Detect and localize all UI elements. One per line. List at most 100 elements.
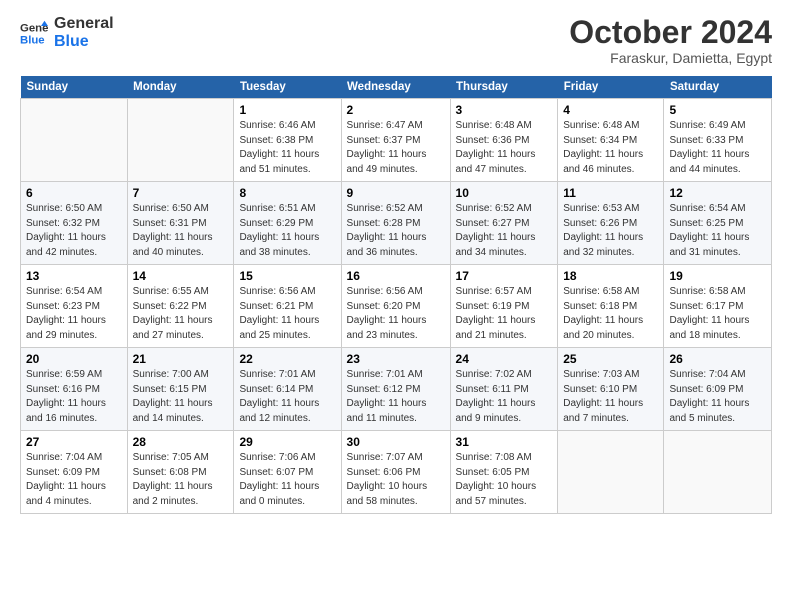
day-cell: 31 Sunrise: 7:08 AMSunset: 6:05 PMDayligh… xyxy=(450,431,558,514)
page: General Blue General Blue October 2024 F… xyxy=(0,0,792,612)
day-cell: 15 Sunrise: 6:56 AMSunset: 6:21 PMDayligh… xyxy=(234,265,341,348)
day-number: 16 xyxy=(347,269,445,283)
day-cell: 27Sunrise: 7:04 AMSunset: 6:09 PMDayligh… xyxy=(21,431,128,514)
day-cell: 28 Sunrise: 7:05 AMSunset: 6:08 PMDayligh… xyxy=(127,431,234,514)
day-info: Sunrise: 6:53 AMSunset: 6:26 PMDaylight:… xyxy=(563,202,658,260)
month-title: October 2024 xyxy=(569,15,772,50)
day-info: Sunrise: 7:01 AMSunset: 6:12 PMDaylight:… xyxy=(347,368,445,426)
day-number: 15 xyxy=(239,269,335,283)
week-row-3: 13 Sunrise: 6:54 AMSunset: 6:23 PMDayligh… xyxy=(21,265,772,348)
day-number: 26 xyxy=(669,352,766,366)
day-number: 19 xyxy=(669,269,766,283)
day-info: Sunrise: 6:54 AMSunset: 6:23 PMDaylight:… xyxy=(26,285,122,343)
day-cell: 24 Sunrise: 7:02 AMSunset: 6:11 PMDayligh… xyxy=(450,348,558,431)
day-cell: 1Sunrise: 6:46 AMSunset: 6:38 PMDaylight… xyxy=(234,99,341,182)
day-number: 6 xyxy=(26,186,122,200)
week-row-5: 27Sunrise: 7:04 AMSunset: 6:09 PMDayligh… xyxy=(21,431,772,514)
day-number: 10 xyxy=(456,186,553,200)
day-cell: 29 Sunrise: 7:06 AMSunset: 6:07 PMDayligh… xyxy=(234,431,341,514)
day-cell xyxy=(127,99,234,182)
day-number: 14 xyxy=(133,269,229,283)
day-number: 8 xyxy=(239,186,335,200)
day-number: 7 xyxy=(133,186,229,200)
day-number: 23 xyxy=(347,352,445,366)
day-cell: 21Sunrise: 7:00 AMSunset: 6:15 PMDayligh… xyxy=(127,348,234,431)
day-number: 12 xyxy=(669,186,766,200)
day-info: Sunrise: 7:02 AMSunset: 6:11 PMDaylight:… xyxy=(456,368,553,426)
calendar-table: SundayMondayTuesdayWednesdayThursdayFrid… xyxy=(20,76,772,514)
day-cell: 9 Sunrise: 6:52 AMSunset: 6:28 PMDaylight… xyxy=(341,182,450,265)
day-info: Sunrise: 6:56 AMSunset: 6:20 PMDaylight:… xyxy=(347,285,445,343)
day-info: Sunrise: 6:49 AMSunset: 6:33 PMDaylight:… xyxy=(669,119,766,177)
weekday-sunday: Sunday xyxy=(21,76,128,99)
day-number: 9 xyxy=(347,186,445,200)
day-info: Sunrise: 7:05 AMSunset: 6:08 PMDaylight:… xyxy=(133,451,229,509)
day-info: Sunrise: 7:03 AMSunset: 6:10 PMDaylight:… xyxy=(563,368,658,426)
day-cell: 17 Sunrise: 6:57 AMSunset: 6:19 PMDayligh… xyxy=(450,265,558,348)
day-cell: 30 Sunrise: 7:07 AMSunset: 6:06 PMDayligh… xyxy=(341,431,450,514)
weekday-saturday: Saturday xyxy=(664,76,772,99)
day-cell: 18Sunrise: 6:58 AMSunset: 6:18 PMDayligh… xyxy=(558,265,664,348)
day-number: 13 xyxy=(26,269,122,283)
day-info: Sunrise: 7:04 AMSunset: 6:09 PMDaylight:… xyxy=(26,451,122,509)
day-cell: 10Sunrise: 6:52 AMSunset: 6:27 PMDayligh… xyxy=(450,182,558,265)
weekday-monday: Monday xyxy=(127,76,234,99)
day-number: 28 xyxy=(133,435,229,449)
day-info: Sunrise: 7:06 AMSunset: 6:07 PMDaylight:… xyxy=(239,451,335,509)
day-number: 3 xyxy=(456,103,553,117)
day-number: 29 xyxy=(239,435,335,449)
day-number: 24 xyxy=(456,352,553,366)
day-info: Sunrise: 6:51 AMSunset: 6:29 PMDaylight:… xyxy=(239,202,335,260)
day-cell: 20Sunrise: 6:59 AMSunset: 6:16 PMDayligh… xyxy=(21,348,128,431)
weekday-header-row: SundayMondayTuesdayWednesdayThursdayFrid… xyxy=(21,76,772,99)
day-cell: 13 Sunrise: 6:54 AMSunset: 6:23 PMDayligh… xyxy=(21,265,128,348)
day-info: Sunrise: 7:07 AMSunset: 6:06 PMDaylight:… xyxy=(347,451,445,509)
logo-icon: General Blue xyxy=(20,19,48,47)
day-cell: 3 Sunrise: 6:48 AMSunset: 6:36 PMDaylight… xyxy=(450,99,558,182)
day-cell: 14Sunrise: 6:55 AMSunset: 6:22 PMDayligh… xyxy=(127,265,234,348)
week-row-2: 6Sunrise: 6:50 AMSunset: 6:32 PMDaylight… xyxy=(21,182,772,265)
day-cell xyxy=(558,431,664,514)
day-number: 22 xyxy=(239,352,335,366)
weekday-tuesday: Tuesday xyxy=(234,76,341,99)
day-cell xyxy=(664,431,772,514)
day-cell: 4Sunrise: 6:48 AMSunset: 6:34 PMDaylight… xyxy=(558,99,664,182)
day-cell: 6Sunrise: 6:50 AMSunset: 6:32 PMDaylight… xyxy=(21,182,128,265)
day-number: 5 xyxy=(669,103,766,117)
day-info: Sunrise: 6:57 AMSunset: 6:19 PMDaylight:… xyxy=(456,285,553,343)
day-cell: 12Sunrise: 6:54 AMSunset: 6:25 PMDayligh… xyxy=(664,182,772,265)
day-cell: 5 Sunrise: 6:49 AMSunset: 6:33 PMDaylight… xyxy=(664,99,772,182)
day-number: 30 xyxy=(347,435,445,449)
weekday-thursday: Thursday xyxy=(450,76,558,99)
day-info: Sunrise: 7:08 AMSunset: 6:05 PMDaylight:… xyxy=(456,451,553,509)
day-number: 31 xyxy=(456,435,553,449)
day-number: 25 xyxy=(563,352,658,366)
day-number: 18 xyxy=(563,269,658,283)
day-cell: 22 Sunrise: 7:01 AMSunset: 6:14 PMDayligh… xyxy=(234,348,341,431)
logo-blue: Blue xyxy=(54,33,114,51)
day-cell: 19Sunrise: 6:58 AMSunset: 6:17 PMDayligh… xyxy=(664,265,772,348)
day-info: Sunrise: 6:50 AMSunset: 6:31 PMDaylight:… xyxy=(133,202,229,260)
day-cell: 23 Sunrise: 7:01 AMSunset: 6:12 PMDayligh… xyxy=(341,348,450,431)
day-number: 11 xyxy=(563,186,658,200)
day-cell: 11 Sunrise: 6:53 AMSunset: 6:26 PMDayligh… xyxy=(558,182,664,265)
day-cell xyxy=(21,99,128,182)
title-block: October 2024 Faraskur, Damietta, Egypt xyxy=(569,15,772,66)
header: General Blue General Blue October 2024 F… xyxy=(20,15,772,66)
week-row-4: 20Sunrise: 6:59 AMSunset: 6:16 PMDayligh… xyxy=(21,348,772,431)
logo: General Blue General Blue xyxy=(20,15,114,50)
svg-text:Blue: Blue xyxy=(20,34,45,46)
day-info: Sunrise: 6:48 AMSunset: 6:36 PMDaylight:… xyxy=(456,119,553,177)
day-info: Sunrise: 7:01 AMSunset: 6:14 PMDaylight:… xyxy=(239,368,335,426)
day-cell: 7 Sunrise: 6:50 AMSunset: 6:31 PMDaylight… xyxy=(127,182,234,265)
day-info: Sunrise: 6:59 AMSunset: 6:16 PMDaylight:… xyxy=(26,368,122,426)
weekday-wednesday: Wednesday xyxy=(341,76,450,99)
day-info: Sunrise: 6:52 AMSunset: 6:28 PMDaylight:… xyxy=(347,202,445,260)
day-info: Sunrise: 6:56 AMSunset: 6:21 PMDaylight:… xyxy=(239,285,335,343)
day-info: Sunrise: 6:47 AMSunset: 6:37 PMDaylight:… xyxy=(347,119,445,177)
day-number: 17 xyxy=(456,269,553,283)
day-info: Sunrise: 7:04 AMSunset: 6:09 PMDaylight:… xyxy=(669,368,766,426)
day-number: 2 xyxy=(347,103,445,117)
day-info: Sunrise: 6:48 AMSunset: 6:34 PMDaylight:… xyxy=(563,119,658,177)
location: Faraskur, Damietta, Egypt xyxy=(569,50,772,66)
